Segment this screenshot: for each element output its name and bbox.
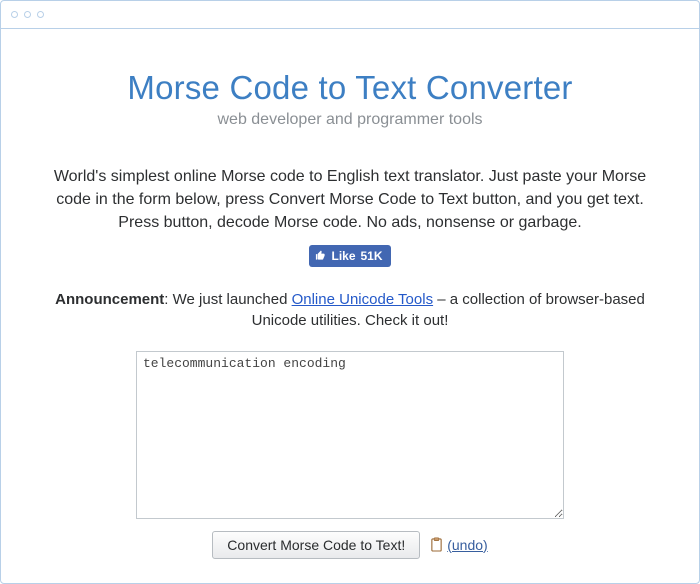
morse-input[interactable] (136, 351, 564, 519)
announcement-before: : We just launched (164, 291, 291, 308)
clipboard-icon (430, 537, 443, 552)
intro-text: World's simplest online Morse code to En… (45, 165, 655, 235)
page-subtitle: web developer and programmer tools (45, 111, 655, 129)
page-title: Morse Code to Text Converter (45, 69, 655, 107)
window-titlebar (1, 1, 699, 29)
fb-like-count: 51K (361, 249, 383, 263)
undo-group: (undo) (430, 537, 487, 553)
facebook-like-button[interactable]: Like 51K (309, 245, 390, 267)
window-control-dot (11, 11, 18, 18)
thumb-up-icon (315, 250, 326, 261)
announcement-link[interactable]: Online Unicode Tools (292, 291, 433, 308)
convert-button[interactable]: Convert Morse Code to Text! (212, 531, 420, 559)
window-control-dot (37, 11, 44, 18)
window-control-dot (24, 11, 31, 18)
page-content: Morse Code to Text Converter web develop… (1, 29, 699, 579)
announcement-label: Announcement (55, 291, 164, 308)
announcement-text: Announcement: We just launched Online Un… (45, 289, 655, 331)
fb-like-label: Like (331, 249, 355, 263)
browser-window: Morse Code to Text Converter web develop… (0, 0, 700, 584)
controls-row: Convert Morse Code to Text! (undo) (45, 531, 655, 559)
undo-link[interactable]: (undo) (447, 537, 487, 553)
